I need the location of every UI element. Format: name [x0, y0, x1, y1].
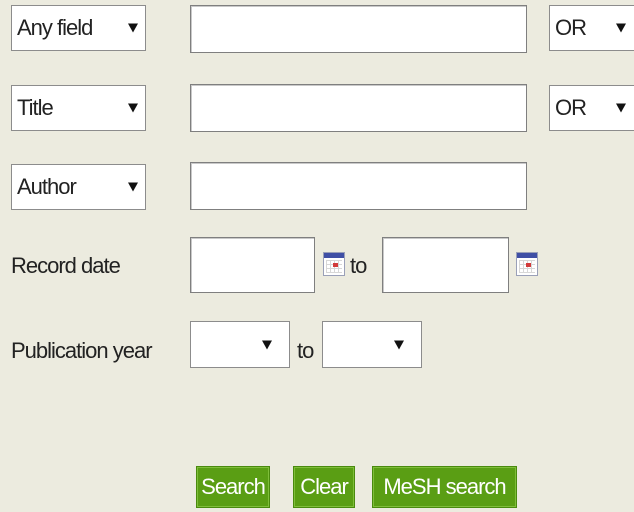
- publication-year-label: Publication year: [11, 338, 153, 363]
- calendar-icon[interactable]: [516, 252, 538, 276]
- record-date-label: Record date: [11, 253, 121, 278]
- record-date-to-label: to: [350, 253, 367, 278]
- dropdown-arrow-icon: [128, 23, 138, 33]
- operator-select-2-value: OR: [555, 95, 587, 120]
- operator-select-2[interactable]: OR: [549, 85, 634, 131]
- dropdown-arrow-icon: [128, 182, 138, 192]
- dropdown-arrow-icon: [616, 23, 626, 33]
- field-select-1[interactable]: Any field: [11, 5, 146, 51]
- publication-year-to-select[interactable]: [322, 321, 422, 368]
- record-date-from-input[interactable]: [190, 237, 315, 293]
- dropdown-arrow-icon: [616, 103, 626, 113]
- field-select-1-value: Any field: [17, 15, 93, 40]
- search-button[interactable]: Search: [196, 466, 270, 508]
- field-select-2-value: Title: [17, 95, 54, 120]
- field-select-2[interactable]: Title: [11, 85, 146, 131]
- clear-button[interactable]: Clear: [293, 466, 355, 508]
- dropdown-arrow-icon: [262, 340, 272, 349]
- mesh-search-button[interactable]: MeSH search: [372, 466, 517, 508]
- search-term-input-2[interactable]: [190, 84, 527, 132]
- publication-year-from-select[interactable]: [190, 321, 290, 368]
- search-term-input-1[interactable]: [190, 5, 527, 53]
- search-term-input-3[interactable]: [190, 162, 527, 210]
- operator-select-1-value: OR: [555, 15, 587, 40]
- publication-year-to-label: to: [297, 338, 314, 363]
- operator-select-1[interactable]: OR: [549, 5, 634, 51]
- field-select-3[interactable]: Author: [11, 164, 146, 210]
- field-select-3-value: Author: [17, 174, 77, 199]
- record-date-to-input[interactable]: [382, 237, 509, 293]
- dropdown-arrow-icon: [128, 103, 138, 113]
- calendar-icon[interactable]: [323, 252, 345, 276]
- dropdown-arrow-icon: [394, 340, 404, 349]
